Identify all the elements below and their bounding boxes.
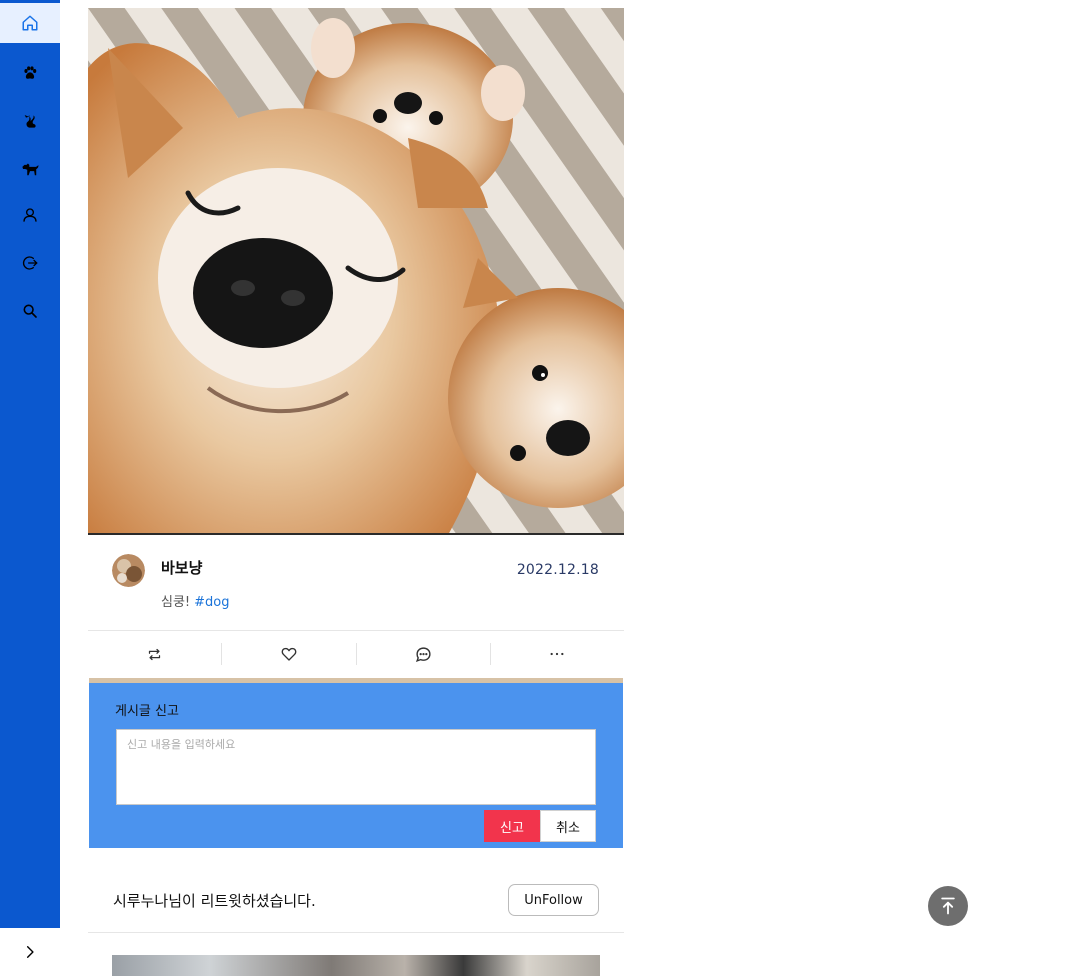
dog-icon	[21, 161, 39, 177]
post-image[interactable]	[88, 8, 624, 535]
retweet-notice: 시루누나님이 리트윗하셨습니다. UnFollow	[88, 864, 624, 933]
post-date: 2022.12.18	[516, 562, 599, 578]
like-button[interactable]	[221, 643, 355, 665]
retweet-notice-text: 시루누나님이 리트윗하셨습니다.	[113, 892, 316, 910]
report-title: 게시글 신고	[115, 704, 179, 719]
post-header: 바보냥 2022.12.18 심쿵! #dog	[88, 535, 624, 630]
cat-icon	[22, 113, 38, 129]
logout-icon	[22, 255, 38, 271]
heart-icon	[281, 646, 297, 662]
retweet-button[interactable]	[88, 643, 221, 665]
comment-button[interactable]	[355, 643, 490, 665]
retweet-icon	[147, 647, 162, 662]
sidebar	[0, 0, 60, 976]
more-button[interactable]	[489, 643, 624, 665]
caption-text: 심쿵!	[161, 595, 191, 610]
report-input[interactable]	[116, 729, 596, 805]
sidebar-item-profile[interactable]	[0, 195, 60, 235]
more-icon	[549, 651, 565, 657]
arrow-up-to-top-icon	[938, 896, 958, 916]
unfollow-button[interactable]: UnFollow	[508, 884, 599, 916]
sidebar-toggle-button[interactable]	[0, 928, 60, 976]
post-caption: 심쿵! #dog	[161, 591, 230, 610]
avatar[interactable]	[112, 554, 145, 587]
sidebar-item-search[interactable]	[0, 291, 60, 331]
report-cancel-button[interactable]: 취소	[540, 810, 596, 842]
post-username[interactable]: 바보냥	[161, 557, 202, 578]
search-icon	[22, 303, 38, 319]
report-submit-button[interactable]: 신고	[484, 810, 540, 842]
next-post-image[interactable]	[112, 955, 600, 976]
feed: 바보냥 2022.12.18 심쿵! #dog 게시글 신고 신고 내용을 입력…	[88, 0, 624, 976]
sidebar-item-cat[interactable]	[0, 101, 60, 141]
user-icon	[22, 207, 38, 223]
paw-icon	[22, 65, 38, 81]
chevron-right-icon	[23, 945, 37, 959]
hashtag-link[interactable]: #dog	[194, 595, 229, 610]
home-icon	[21, 14, 39, 32]
report-panel: 게시글 신고 신고 취소	[89, 678, 623, 848]
post-actions	[88, 630, 624, 677]
sidebar-item-dog[interactable]	[0, 149, 60, 189]
sidebar-item-logout[interactable]	[0, 243, 60, 283]
scroll-top-button[interactable]	[928, 886, 968, 926]
sidebar-item-paw[interactable]	[0, 53, 60, 93]
comment-icon	[415, 646, 432, 663]
sidebar-item-home[interactable]	[0, 3, 60, 43]
